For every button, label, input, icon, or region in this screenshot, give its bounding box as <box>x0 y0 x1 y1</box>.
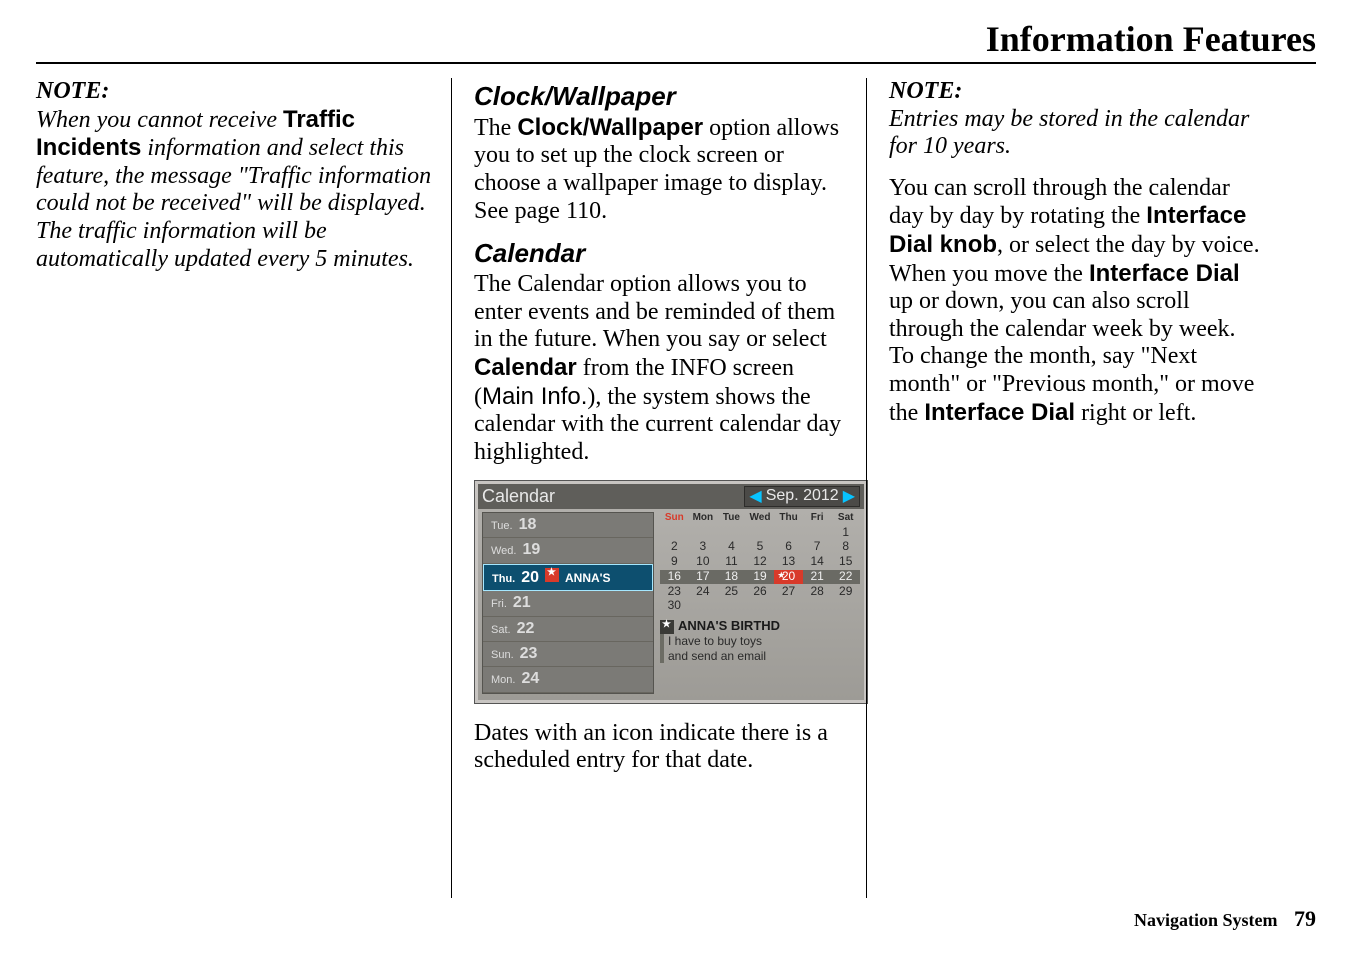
date-cell <box>774 526 803 540</box>
cw-text-a: The <box>474 115 517 141</box>
date-cell <box>746 599 775 613</box>
event-detail: ANNA'S BIRTHD I have to buy toys and sen… <box>660 619 860 663</box>
date-cell[interactable]: 10 <box>689 555 718 569</box>
clock-wallpaper-heading: Clock/Wallpaper <box>474 82 848 112</box>
weekday-sun: Sun <box>660 512 689 524</box>
note-label-3: NOTE: <box>889 78 962 104</box>
date-cell[interactable]: 5 <box>746 540 775 554</box>
weekday-thu: Thu <box>774 512 803 524</box>
calendar-screenshot: Calendar ◀ Sep. 2012 ▶ Tue. 18Wed. 19Thu… <box>474 480 868 703</box>
date-cell[interactable]: 27 <box>774 585 803 599</box>
page-title: Information Features <box>36 18 1316 64</box>
date-cell[interactable]: 20 <box>774 570 803 584</box>
next-month-icon[interactable]: ▶ <box>843 489 855 505</box>
month-nav: ◀ Sep. 2012 ▶ <box>744 486 860 506</box>
event-star-icon <box>660 620 674 634</box>
day-row[interactable]: Fri. 21 <box>483 591 653 616</box>
note-body: When you cannot receive Traffic Incident… <box>36 107 431 272</box>
date-cell[interactable]: 19 <box>746 570 775 584</box>
date-cell <box>803 526 832 540</box>
date-cell[interactable]: 4 <box>717 540 746 554</box>
date-cell[interactable]: 16 <box>660 570 689 584</box>
date-cell[interactable]: 21 <box>803 570 832 584</box>
date-cell <box>746 526 775 540</box>
date-cell[interactable]: 12 <box>746 555 775 569</box>
date-cell[interactable]: 7 <box>803 540 832 554</box>
date-cell[interactable]: 3 <box>689 540 718 554</box>
date-cell[interactable]: 23 <box>660 585 689 599</box>
note-body-3: Entries may be stored in the calendar fo… <box>889 106 1249 160</box>
clock-wallpaper-para: The Clock/Wallpaper option allows you to… <box>474 114 848 225</box>
date-cell[interactable]: 26 <box>746 585 775 599</box>
event-star-icon <box>545 568 559 582</box>
date-cell[interactable]: 29 <box>831 585 860 599</box>
note-text-a: When you cannot receive <box>36 107 283 133</box>
date-cell <box>689 599 718 613</box>
prev-month-icon[interactable]: ◀ <box>749 489 761 505</box>
main-info-term: Main Info. <box>482 383 587 410</box>
interface-dial-term-1: Interface Dial <box>1089 260 1240 287</box>
date-cell[interactable]: 8 <box>831 540 860 554</box>
cw-term: Clock/Wallpaper <box>517 114 703 141</box>
column-1: NOTE: When you cannot receive Traffic In… <box>36 78 451 898</box>
date-cell[interactable]: 24 <box>689 585 718 599</box>
date-cell[interactable]: 6 <box>774 540 803 554</box>
page-footer: Navigation System 79 <box>1134 906 1316 932</box>
content-columns: NOTE: When you cannot receive Traffic In… <box>36 78 1316 898</box>
date-cell[interactable]: 25 <box>717 585 746 599</box>
date-cell <box>803 599 832 613</box>
day-row[interactable]: Wed. 19 <box>483 538 653 563</box>
date-cell[interactable]: 17 <box>689 570 718 584</box>
weekday-wed: Wed <box>746 512 775 524</box>
date-cell[interactable]: 18 <box>717 570 746 584</box>
date-cell <box>774 599 803 613</box>
calendar-caption: Dates with an icon indicate there is a s… <box>474 720 848 775</box>
weekday-header: SunMonTueWedThuFriSat <box>660 512 860 524</box>
interface-dial-term-2: Interface Dial <box>924 399 1075 426</box>
date-cell[interactable]: 1 <box>831 526 860 540</box>
cal-term: Calendar <box>474 354 577 381</box>
weekday-mon: Mon <box>689 512 718 524</box>
month-label: Sep. 2012 <box>766 487 839 505</box>
column-3: NOTE: Entries may be stored in the calen… <box>866 78 1281 898</box>
footer-label: Navigation System <box>1134 910 1278 930</box>
date-cell <box>717 599 746 613</box>
scroll-text-d: right or left. <box>1075 400 1196 426</box>
cal-text-a: The Calendar option allows you to enter … <box>474 271 835 352</box>
calendar-title-text: Calendar <box>482 486 744 507</box>
day-list[interactable]: Tue. 18Wed. 19Thu. 20 ANNA'SFri. 21Sat. … <box>482 512 654 694</box>
weekday-tue: Tue <box>717 512 746 524</box>
event-line-1: I have to buy toys <box>668 634 860 648</box>
date-cell[interactable]: 13 <box>774 555 803 569</box>
page-number: 79 <box>1294 906 1316 931</box>
weekday-sat: Sat <box>831 512 860 524</box>
date-cell[interactable]: 30 <box>660 599 689 613</box>
day-row[interactable]: Tue. 18 <box>483 513 653 538</box>
calendar-heading: Calendar <box>474 239 848 269</box>
month-grid[interactable]: 1234567891011121314151617181920212223242… <box>660 526 860 614</box>
scroll-para: You can scroll through the calendar day … <box>889 175 1263 427</box>
date-cell <box>831 599 860 613</box>
day-row[interactable]: Sat. 22 <box>483 617 653 642</box>
day-row[interactable]: Sun. 23 <box>483 642 653 667</box>
date-cell[interactable]: 2 <box>660 540 689 554</box>
date-cell[interactable]: 28 <box>803 585 832 599</box>
event-line-2: and send an email <box>668 649 860 663</box>
date-cell[interactable]: 22 <box>831 570 860 584</box>
date-cell[interactable]: 11 <box>717 555 746 569</box>
date-cell <box>660 526 689 540</box>
date-cell[interactable]: 14 <box>803 555 832 569</box>
date-cell <box>717 526 746 540</box>
date-cell[interactable]: 15 <box>831 555 860 569</box>
weekday-fri: Fri <box>803 512 832 524</box>
date-cell[interactable]: 9 <box>660 555 689 569</box>
day-row[interactable]: Mon. 24 <box>483 667 653 692</box>
note-label: NOTE: <box>36 78 109 104</box>
day-row[interactable]: Thu. 20 ANNA'S <box>483 564 653 591</box>
event-title-text: ANNA'S BIRTHD <box>678 619 780 634</box>
column-2: Clock/Wallpaper The Clock/Wallpaper opti… <box>451 78 866 898</box>
date-cell <box>689 526 718 540</box>
calendar-para: The Calendar option allows you to enter … <box>474 271 848 466</box>
calendar-titlebar: Calendar ◀ Sep. 2012 ▶ <box>478 484 864 509</box>
